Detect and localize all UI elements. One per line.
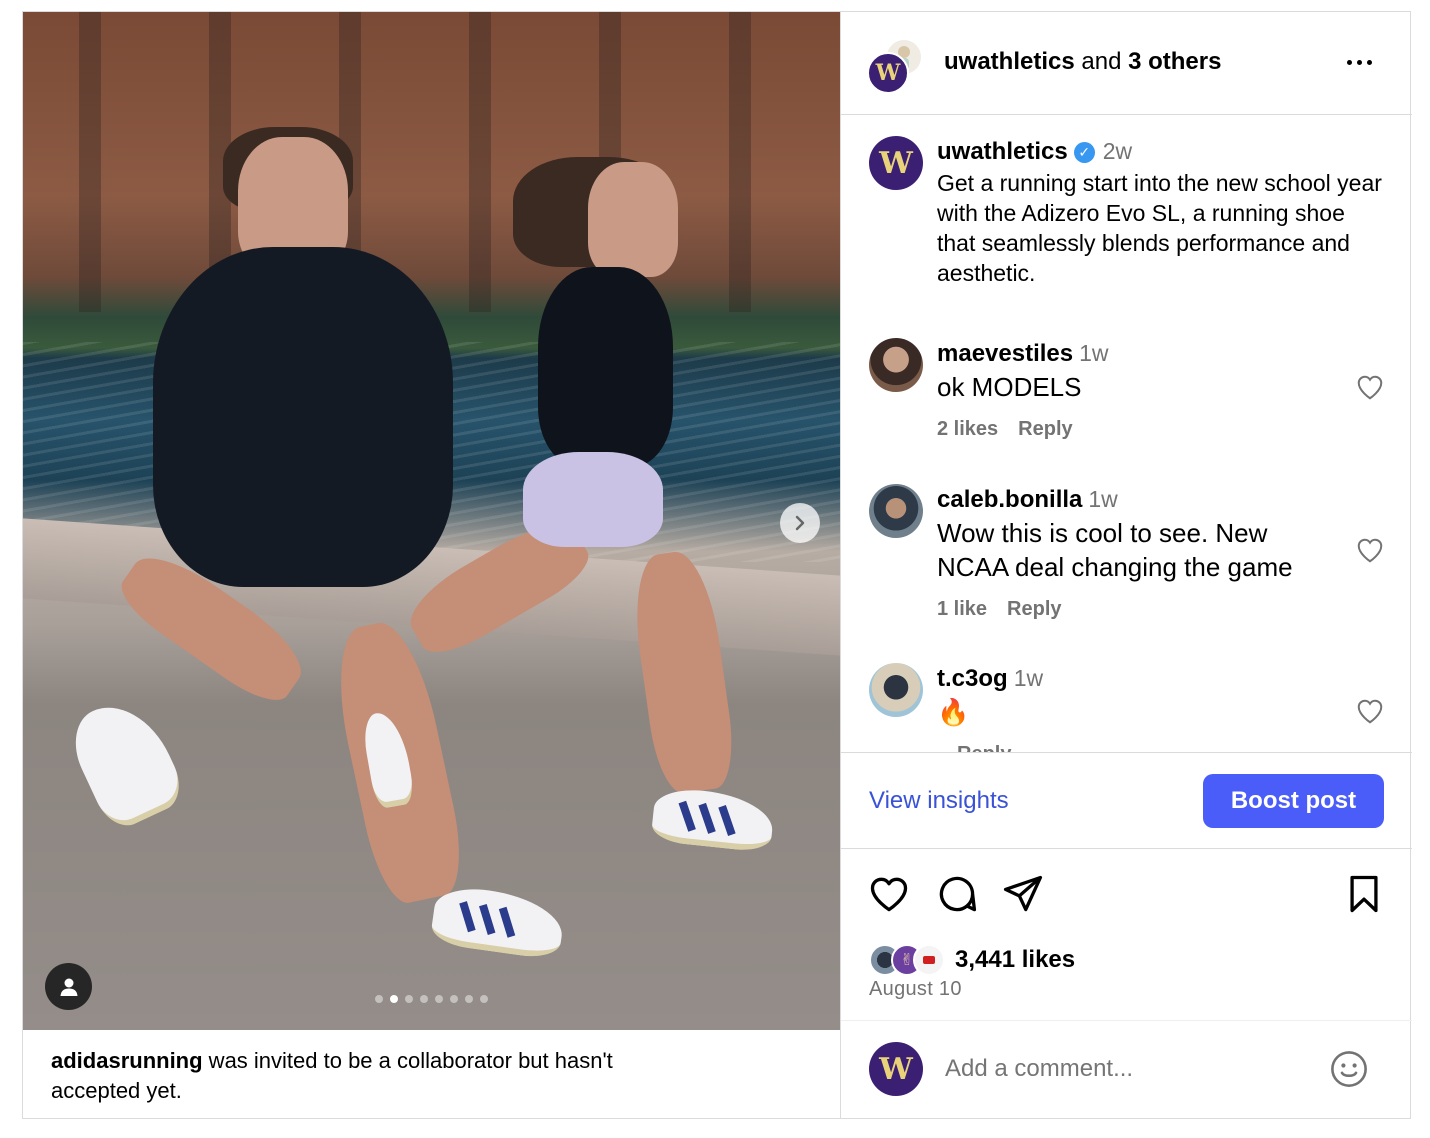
comment-time: 1w bbox=[1013, 665, 1044, 691]
reply-button[interactable]: Reply bbox=[1018, 418, 1072, 440]
carousel-dot bbox=[480, 995, 488, 1003]
chevron-right-icon bbox=[795, 515, 805, 531]
comment-body: caleb.bonilla 1w Wow this is cool to see.… bbox=[937, 486, 1337, 621]
comment-text: ok MODELS bbox=[937, 372, 1082, 402]
comment-icon[interactable] bbox=[935, 872, 979, 916]
insights-bar: View insights Boost post bbox=[841, 752, 1412, 849]
caption-username[interactable]: uwathletics bbox=[937, 138, 1068, 165]
likes-summary[interactable]: ✌ 3,441 likes bbox=[869, 942, 1075, 978]
post-header-title[interactable]: uwathletics and 3 others bbox=[944, 48, 1221, 76]
avatar[interactable] bbox=[869, 663, 923, 717]
uw-logo-avatar: W bbox=[867, 52, 909, 94]
collaborator-notice: adidasrunning was invited to be a collab… bbox=[51, 1046, 651, 1106]
post-side-panel: W uwathletics and 3 others W uwathletics… bbox=[840, 12, 1412, 1118]
comments-list[interactable]: W uwathletics ✓ 2w Get a running start int… bbox=[841, 116, 1412, 752]
post-actions: ✌ 3,441 likes August 10 bbox=[841, 850, 1412, 1020]
carousel-indicator bbox=[375, 995, 488, 1003]
carousel-dot bbox=[465, 995, 473, 1003]
comment-likes[interactable]: 2 likes bbox=[937, 418, 998, 440]
likes-count[interactable]: 3,441 likes bbox=[955, 946, 1075, 974]
emoji-icon[interactable] bbox=[1328, 1048, 1370, 1090]
avatar[interactable] bbox=[869, 338, 923, 392]
post-caption: uwathletics ✓ 2w Get a running start into … bbox=[937, 138, 1387, 288]
header-others[interactable]: 3 others bbox=[1128, 48, 1221, 75]
comment-text: Wow this is cool to see. New NCAA deal c… bbox=[937, 518, 1293, 582]
comment-body: t.c3og1w 🔥 Reply bbox=[937, 665, 1337, 752]
post-image[interactable] bbox=[23, 12, 840, 1030]
send-icon[interactable] bbox=[1001, 872, 1045, 916]
carousel-next-button[interactable] bbox=[780, 503, 820, 543]
comment-body: maevestiles 1w ok MODELS 2 likes Reply bbox=[937, 340, 1337, 441]
boost-post-button[interactable]: Boost post bbox=[1203, 774, 1384, 828]
more-horizontal-icon[interactable] bbox=[1347, 60, 1372, 65]
carousel-dot bbox=[450, 995, 458, 1003]
heart-icon[interactable] bbox=[1355, 696, 1385, 726]
comment-username[interactable]: maevestiles bbox=[937, 340, 1073, 367]
reply-button[interactable]: Reply bbox=[1007, 598, 1061, 620]
verified-badge-icon: ✓ bbox=[1073, 142, 1095, 163]
post-card: adidasrunning was invited to be a collab… bbox=[22, 11, 1412, 1119]
post-date: August 10 bbox=[869, 978, 962, 1000]
image-background-building bbox=[23, 12, 840, 312]
shoe bbox=[61, 689, 190, 835]
post-header: W uwathletics and 3 others bbox=[841, 12, 1412, 115]
carousel-dot bbox=[390, 995, 398, 1003]
comment-time: 1w bbox=[1088, 486, 1118, 512]
collaborator-avatars[interactable]: W bbox=[867, 38, 925, 94]
heart-icon[interactable] bbox=[867, 872, 911, 916]
carousel-dot bbox=[420, 995, 428, 1003]
uw-logo-avatar: W bbox=[869, 1042, 923, 1096]
runner-back-shorts bbox=[523, 452, 663, 547]
add-comment-input[interactable] bbox=[945, 1055, 1305, 1083]
avatar[interactable] bbox=[869, 484, 923, 538]
comment-username[interactable]: caleb.bonilla bbox=[937, 486, 1082, 513]
carousel-dot bbox=[405, 995, 413, 1003]
collaborator-username[interactable]: adidasrunning bbox=[51, 1048, 203, 1073]
carousel-dot bbox=[435, 995, 443, 1003]
reply-button[interactable]: Reply bbox=[957, 743, 1011, 752]
runner-back-top bbox=[538, 267, 673, 467]
header-joiner: and bbox=[1074, 48, 1129, 75]
caption-text: Get a running start into the new school … bbox=[937, 170, 1382, 286]
comment-time: 1w bbox=[1079, 340, 1109, 366]
comment-username[interactable]: t.c3og bbox=[937, 665, 1008, 692]
user-tag-icon bbox=[60, 978, 77, 996]
uw-logo-avatar[interactable]: W bbox=[869, 136, 923, 190]
heart-icon[interactable] bbox=[1355, 372, 1385, 402]
shoe bbox=[650, 785, 776, 854]
user-tag-button[interactable] bbox=[45, 963, 92, 1010]
bookmark-icon[interactable] bbox=[1342, 872, 1386, 916]
shoe bbox=[429, 883, 567, 961]
avatar bbox=[913, 944, 945, 976]
view-insights-link[interactable]: View insights bbox=[869, 787, 1009, 815]
carousel-dot bbox=[375, 995, 383, 1003]
caption-time: 2w bbox=[1102, 138, 1133, 164]
runner-front-jacket bbox=[153, 247, 453, 587]
comment-text: 🔥 bbox=[937, 697, 970, 727]
runner-back-head bbox=[588, 162, 678, 277]
comment-likes[interactable]: 1 like bbox=[937, 598, 987, 620]
heart-icon[interactable] bbox=[1355, 535, 1385, 565]
header-username[interactable]: uwathletics bbox=[944, 48, 1075, 75]
add-comment-bar: W bbox=[841, 1020, 1412, 1118]
